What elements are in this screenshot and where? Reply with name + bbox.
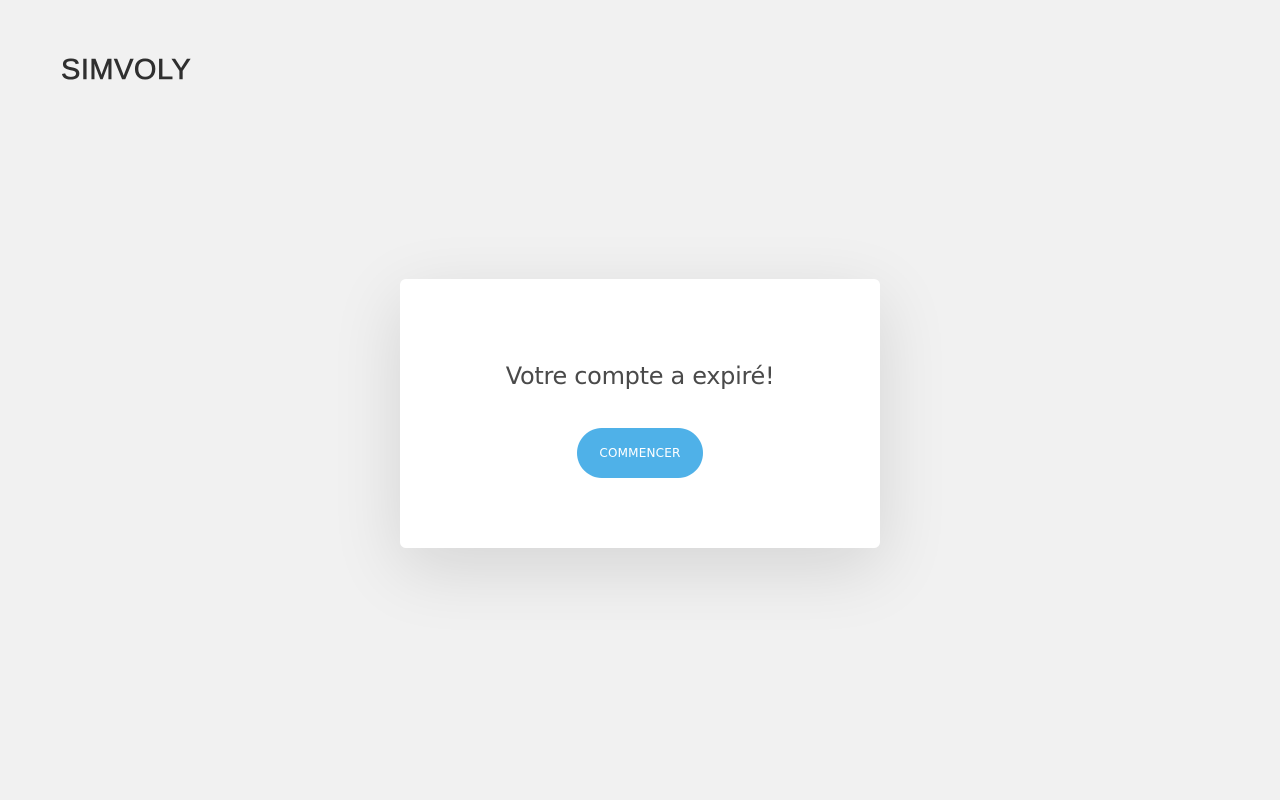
expired-account-card: Votre compte a expiré! COMMENCER	[400, 279, 880, 548]
page-title: Votre compte a expiré!	[505, 362, 775, 390]
start-button[interactable]: COMMENCER	[577, 428, 703, 478]
simvoly-logo[interactable]: SIMVOLY	[61, 55, 191, 86]
